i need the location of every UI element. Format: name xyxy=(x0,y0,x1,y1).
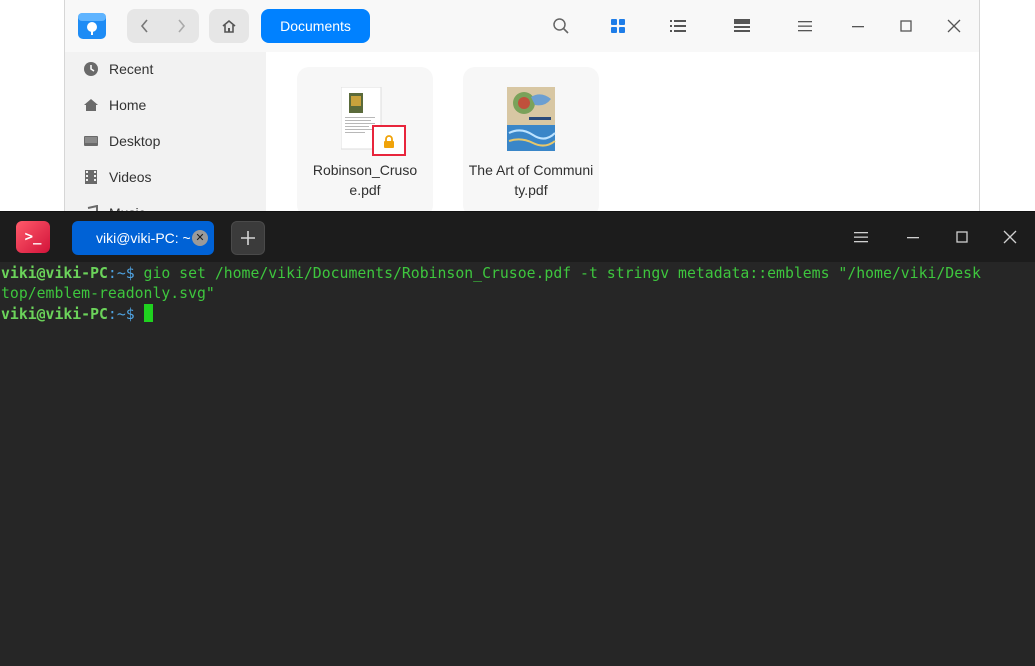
file-view: Robinson_Cruso e.pdf The Art of Communit… xyxy=(266,52,979,217)
file-manager-window: Documents Recent Home Desktop Videos Rob… xyxy=(64,0,980,221)
sidebar-item-label: Recent xyxy=(109,61,154,77)
file-item-robinson-crusoe[interactable]: Robinson_Cruso e.pdf xyxy=(297,67,433,217)
file-name: Robinson_Cruso e.pdf xyxy=(312,162,418,198)
sidebar-item-label: Desktop xyxy=(109,133,161,149)
sidebar-item-videos[interactable]: Videos xyxy=(83,163,152,191)
tab-label: viki@viki-PC: ~ xyxy=(96,230,191,246)
file-name: The Art of Community.pdf xyxy=(468,162,594,198)
terminal-window: >_ viki@viki-PC: ~ ✕ viki@viki-PC:~$ gio… xyxy=(0,211,1035,666)
terminal-line: viki@viki-PC:~$ xyxy=(1,304,1021,325)
clock-icon xyxy=(83,61,99,77)
close-button[interactable] xyxy=(942,14,966,38)
book-cover-thumbnail xyxy=(507,87,556,151)
tab-close-icon[interactable]: ✕ xyxy=(192,230,208,246)
forward-button[interactable] xyxy=(163,9,199,43)
readonly-emblem xyxy=(372,125,406,156)
text-cursor xyxy=(143,304,153,322)
close-icon xyxy=(947,19,961,33)
search-icon xyxy=(553,18,569,34)
sidebar-item-label: Videos xyxy=(109,169,152,185)
chevron-right-icon xyxy=(178,19,186,33)
home-icon xyxy=(222,19,236,33)
chevron-left-icon xyxy=(140,19,148,33)
sidebar-item-recent[interactable]: Recent xyxy=(83,55,153,83)
home-button[interactable] xyxy=(209,9,249,43)
minimize-icon xyxy=(907,237,919,239)
terminal-tab[interactable]: viki@viki-PC: ~ ✕ xyxy=(72,221,214,255)
terminal-line: viki@viki-PC:~$ gio set /home/viki/Docum… xyxy=(1,264,1021,304)
terminal-minimize-button[interactable] xyxy=(901,225,925,249)
maximize-icon xyxy=(900,20,912,32)
history-nav-group xyxy=(127,9,199,43)
film-icon xyxy=(83,169,99,185)
terminal-titlebar: >_ viki@viki-PC: ~ ✕ xyxy=(0,212,1035,262)
maximize-icon xyxy=(956,231,968,243)
prompt-separator: :~$ xyxy=(107,265,144,282)
terminal-menu-button[interactable] xyxy=(849,225,873,249)
grid-view-icon xyxy=(611,19,625,33)
sidebar-item-home[interactable]: Home xyxy=(83,91,146,119)
sidebar: Recent Home Desktop Videos Music xyxy=(65,52,266,221)
search-button[interactable] xyxy=(549,14,573,38)
prompt-user: viki@viki-PC xyxy=(1,265,108,282)
terminal-maximize-button[interactable] xyxy=(950,225,974,249)
file-manager-logo-icon xyxy=(78,13,106,39)
prompt-user: viki@viki-PC xyxy=(1,306,108,323)
back-button[interactable] xyxy=(127,9,163,43)
sidebar-item-desktop[interactable]: Desktop xyxy=(83,127,160,155)
terminal-app-icon: >_ xyxy=(16,221,50,253)
lock-icon xyxy=(384,135,394,148)
command-text: gio set /home/viki/Documents/Robinson_Cr… xyxy=(1,265,981,302)
prompt-separator: :~$ xyxy=(107,306,144,323)
minimize-icon xyxy=(852,26,864,28)
detail-view-button[interactable] xyxy=(730,14,754,38)
desktop-icon xyxy=(83,133,99,149)
menu-icon xyxy=(854,232,868,243)
close-icon xyxy=(1003,230,1017,244)
new-tab-button[interactable] xyxy=(231,221,265,255)
breadcrumb-documents[interactable]: Documents xyxy=(261,9,370,43)
home-icon xyxy=(83,97,99,113)
plus-icon xyxy=(241,231,255,245)
main-menu-button[interactable] xyxy=(793,14,817,38)
menu-icon xyxy=(798,21,812,32)
list-view-button[interactable] xyxy=(666,14,690,38)
terminal-close-button[interactable] xyxy=(998,225,1022,249)
terminal-output[interactable]: viki@viki-PC:~$ gio set /home/viki/Docum… xyxy=(1,264,1021,325)
sidebar-item-label: Home xyxy=(109,97,147,113)
maximize-button[interactable] xyxy=(894,14,918,38)
list-view-icon xyxy=(670,20,686,32)
file-manager-titlebar: Documents xyxy=(65,0,979,52)
file-item-art-of-community[interactable]: The Art of Community.pdf xyxy=(463,67,599,217)
detail-panel-icon xyxy=(734,19,750,32)
icon-view-button[interactable] xyxy=(606,14,630,38)
minimize-button[interactable] xyxy=(846,14,870,38)
